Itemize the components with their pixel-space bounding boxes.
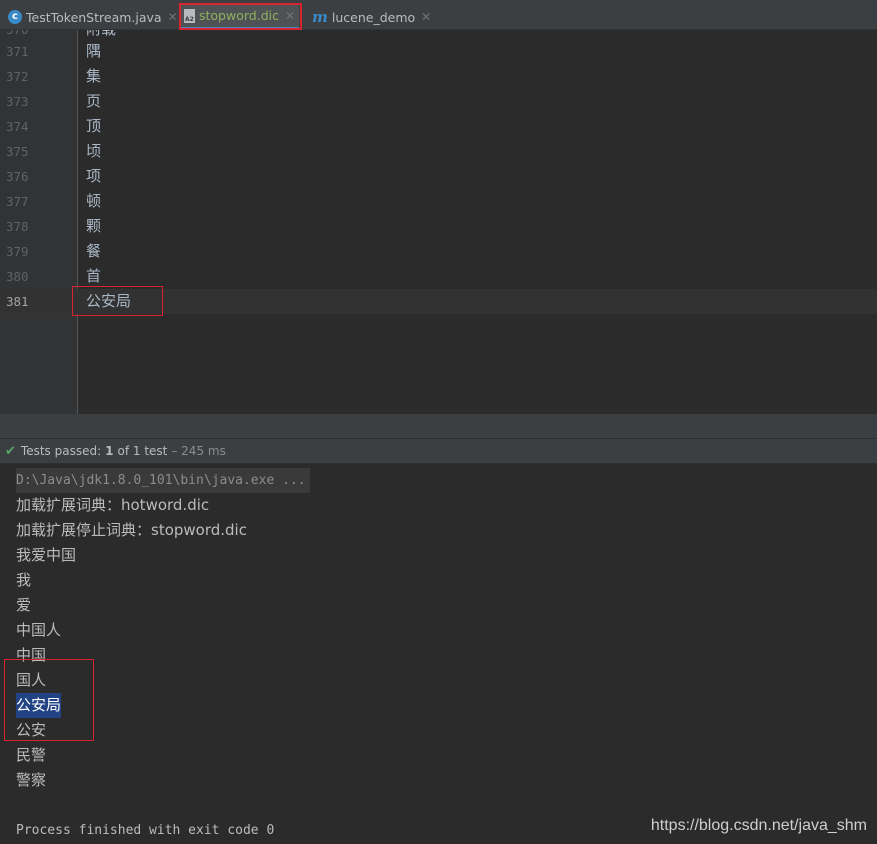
console-line: 加载扩展词典：hotword.dic [16,496,210,514]
java-class-icon: c [8,10,22,24]
line-text: 顶 [86,117,102,135]
console-line: 加载扩展停止词典：stopword.dic [16,521,247,539]
line-number: 372 [6,69,29,84]
console-exit-message: Process finished with exit code 0 [16,823,275,838]
tab-testtokenstream[interactable]: c TestTokenStream.java ✕ [8,4,178,30]
line-number: 376 [6,169,29,184]
line-text: 页 [86,92,102,110]
console-command[interactable]: D:\Java\jdk1.8.0_101\bin\java.exe ... [16,468,310,493]
line-text: 集 [86,67,102,85]
editor-line[interactable]: 378 颗 [0,214,877,239]
console-line: 中国人 [16,621,62,639]
editor-line[interactable]: 376 项 [0,164,877,189]
tests-passed-label: Tests passed: [20,444,102,458]
line-number: 377 [6,194,29,209]
line-number: 371 [6,44,29,59]
tab-label: lucene_demo [331,9,416,25]
tests-total: of 1 test [117,444,168,458]
editor-line[interactable]: 371 隅 [0,39,877,64]
line-number: 378 [6,219,29,234]
editor-line[interactable]: 373 页 [0,89,877,114]
watermark: https://blog.csdn.net/java_shm [650,817,867,834]
line-number: 374 [6,119,29,134]
line-number: 373 [6,94,29,109]
tab-lucene-demo[interactable]: m lucene_demo ✕ [312,4,431,30]
tests-passed-count: 1 [105,444,114,458]
run-console[interactable]: D:\Java\jdk1.8.0_101\bin\java.exe ... 加载… [0,465,877,844]
line-text: 顿 [86,192,102,210]
console-line: 我爱中国 [16,546,77,564]
maven-module-icon: m [312,8,328,26]
line-text: 顷 [86,142,102,160]
editor-line[interactable]: 377 顿 [0,189,877,214]
test-status-bar: ✔ Tests passed: 1 of 1 test – 245 ms [0,438,877,464]
console-line: 我 [16,571,32,589]
tab-label: TestTokenStream.java [26,9,162,25]
editor-pane[interactable]: 370 附载 371 隅 372 集 373 页 374 顶 375 顷 376… [0,30,877,414]
check-icon: ✔ [5,443,16,459]
editor-line[interactable]: 379 餐 [0,239,877,264]
console-line: 民警 [16,746,47,764]
close-icon[interactable]: ✕ [421,10,431,24]
console-line: 爱 [16,596,32,614]
line-number: 379 [6,244,29,259]
editor-tab-bar: c TestTokenStream.java ✕ stopword.dic ✕ … [0,0,877,30]
line-text: 颗 [86,217,102,235]
line-number: 381 [6,294,29,309]
panel-splitter[interactable] [0,414,877,438]
editor-line[interactable]: 374 顶 [0,114,877,139]
line-number: 375 [6,144,29,159]
close-icon[interactable]: ✕ [168,10,178,24]
editor-line[interactable]: 372 集 [0,64,877,89]
line-number: 380 [6,269,29,284]
annotation-box-editor [72,286,163,316]
line-text: 餐 [86,242,102,260]
tests-duration: – 245 ms [171,444,226,458]
annotation-box-tab [179,3,302,30]
console-line: 警察 [16,771,47,789]
line-text: 隅 [86,42,102,60]
line-text: 项 [86,167,102,185]
annotation-box-console [4,659,94,741]
editor-line[interactable]: 375 顷 [0,139,877,164]
